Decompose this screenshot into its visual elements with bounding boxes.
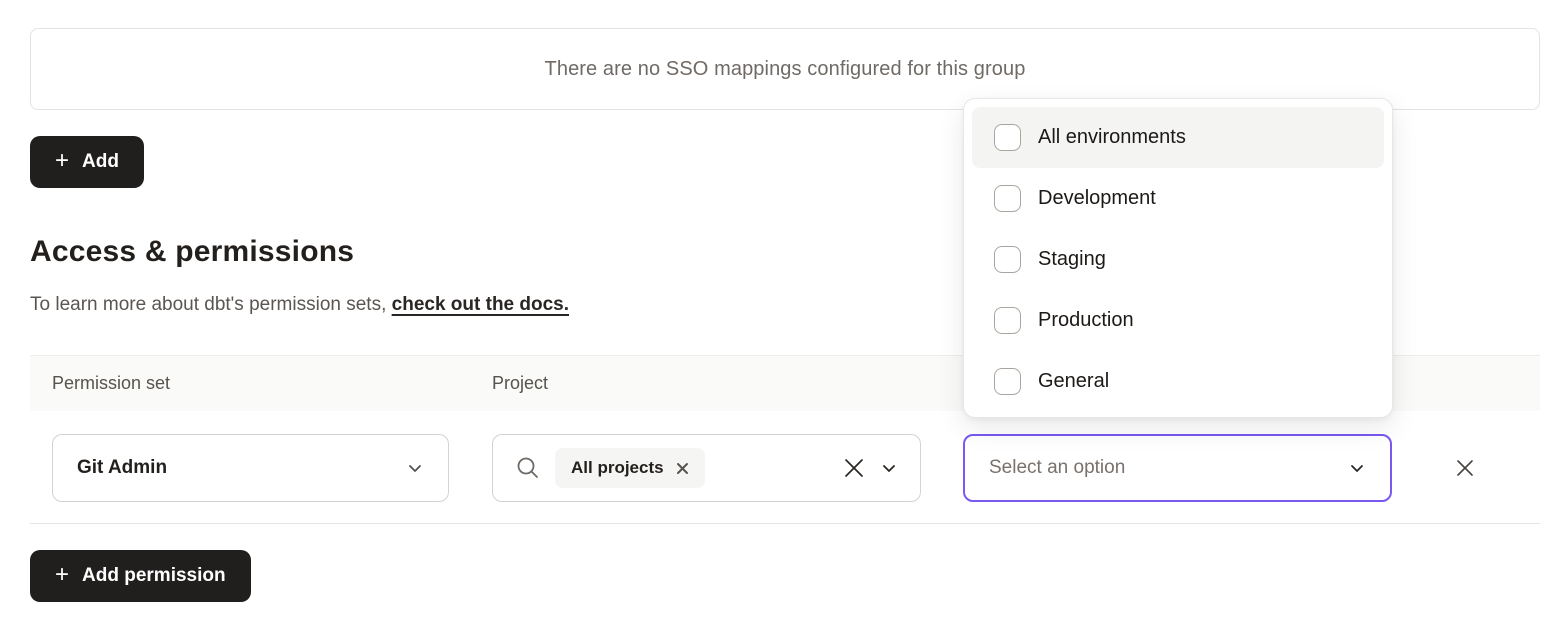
sso-empty-message: There are no SSO mappings configured for… (545, 58, 1026, 81)
checkbox-all-environments[interactable] (994, 124, 1021, 151)
checkbox-staging[interactable] (994, 246, 1021, 273)
checkbox-production[interactable] (994, 307, 1021, 334)
dropdown-option-production[interactable]: Production (972, 290, 1384, 351)
checkbox-general[interactable] (994, 368, 1021, 395)
add-permission-button-label: Add permission (82, 565, 226, 587)
chevron-down-icon (406, 459, 424, 477)
column-header-permission-set: Permission set (52, 373, 170, 394)
add-permission-button[interactable]: + Add permission (30, 550, 251, 602)
dropdown-option-general[interactable]: General (972, 351, 1384, 412)
add-sso-mapping-button[interactable]: + Add (30, 136, 144, 188)
remove-permission-row-button[interactable] (1447, 450, 1483, 486)
search-icon (515, 455, 541, 481)
environment-dropdown-menu: All environments Development Staging Pro… (963, 98, 1393, 418)
dropdown-option-label: General (1038, 370, 1109, 393)
group-settings-page: There are no SSO mappings configured for… (0, 0, 1560, 628)
x-icon (1454, 457, 1476, 479)
plus-icon: + (55, 149, 69, 173)
plus-icon: + (55, 563, 69, 587)
column-header-project: Project (492, 373, 548, 394)
section-description: To learn more about dbt's permission set… (30, 294, 569, 316)
project-multiselect[interactable]: All projects (492, 434, 921, 502)
description-text: To learn more about dbt's permission set… (30, 294, 392, 315)
permission-set-value: Git Admin (77, 457, 167, 479)
dropdown-option-label: Staging (1038, 248, 1106, 271)
dropdown-option-development[interactable]: Development (972, 168, 1384, 229)
dropdown-option-label: Production (1038, 309, 1134, 332)
page-title: Access & permissions (30, 235, 354, 269)
dropdown-option-label: All environments (1038, 126, 1186, 149)
dropdown-option-all-environments[interactable]: All environments (972, 107, 1384, 168)
checkbox-development[interactable] (994, 185, 1021, 212)
dropdown-option-label: Development (1038, 187, 1156, 210)
chip-remove-x-icon[interactable] (676, 462, 689, 475)
permission-set-select[interactable]: Git Admin (52, 434, 449, 502)
chevron-down-icon (1348, 459, 1366, 477)
project-chip-label: All projects (571, 458, 664, 478)
project-chip: All projects (555, 448, 705, 488)
environment-select-placeholder: Select an option (989, 457, 1125, 479)
table-row-divider (30, 523, 1540, 524)
dropdown-option-staging[interactable]: Staging (972, 229, 1384, 290)
chevron-down-icon (880, 459, 898, 477)
clear-selection-x-icon[interactable] (842, 456, 866, 480)
docs-link[interactable]: check out the docs. (392, 294, 569, 315)
environment-select[interactable]: Select an option (963, 434, 1392, 502)
add-button-label: Add (82, 151, 119, 173)
